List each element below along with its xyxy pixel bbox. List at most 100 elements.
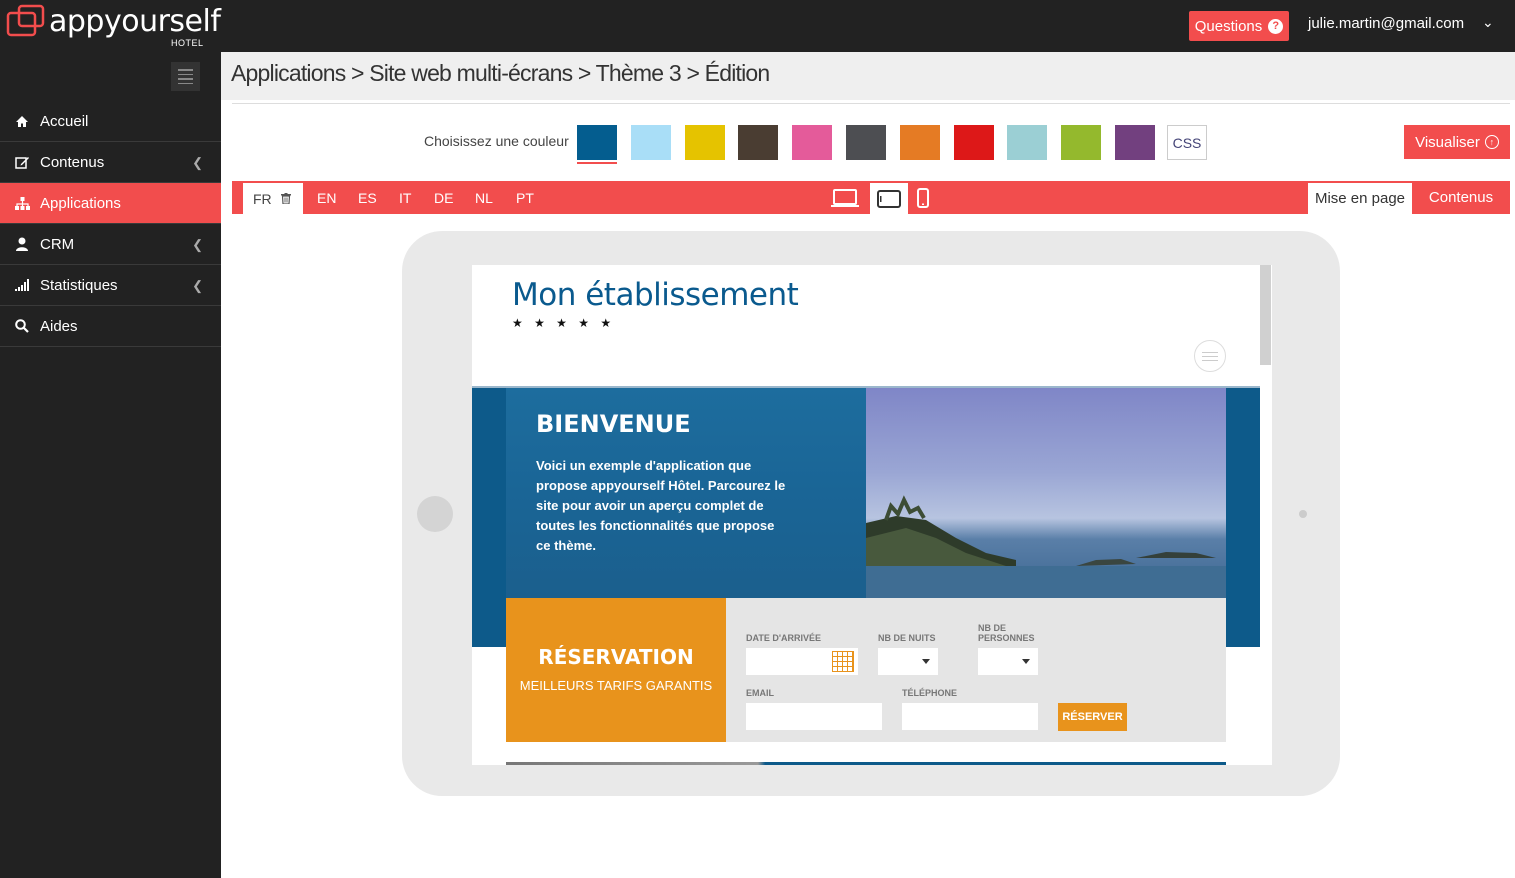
sidebar-item-label: Aides — [40, 317, 78, 335]
questions-label: Questions — [1194, 17, 1263, 35]
tablet-preview-frame: Mon établissement ★ ★ ★ ★ ★ BIENVENUE Vo… — [402, 231, 1340, 796]
lang-tab-en[interactable]: EN — [317, 181, 336, 214]
star-rating: ★ ★ ★ ★ ★ — [512, 316, 616, 330]
question-mark-icon: ? — [1268, 18, 1284, 34]
reservation-panel: RÉSERVATION MEILLEURS TARIFS GARANTIS — [506, 598, 726, 742]
scrollbar[interactable] — [1260, 265, 1271, 365]
color-swatch[interactable] — [684, 125, 725, 160]
lang-tab-de[interactable]: DE — [434, 181, 453, 214]
persons-label-line2: PERSONNES — [978, 633, 1035, 643]
sitemap-icon — [14, 195, 30, 211]
arrival-date-label: DATE D'ARRIVÉE — [746, 633, 821, 643]
color-swatch[interactable] — [899, 125, 940, 160]
mobile-view-icon[interactable] — [908, 181, 938, 214]
breadcrumb: Applications > Site web multi-écrans > T… — [231, 60, 770, 86]
nights-label: NB DE NUITS — [878, 633, 936, 643]
tab-contenus[interactable]: Contenus — [1412, 181, 1510, 214]
css-button[interactable]: CSS — [1167, 125, 1207, 160]
color-chooser-label: Choisissez une couleur — [424, 133, 569, 149]
color-swatch[interactable] — [1007, 125, 1048, 160]
lang-tab-fr[interactable]: FR — [243, 183, 303, 214]
color-swatch[interactable] — [1061, 125, 1102, 160]
sidebar-item-label: Contenus — [40, 153, 105, 171]
sidebar-item-applications[interactable]: Applications — [0, 183, 221, 224]
color-swatch[interactable] — [738, 125, 779, 160]
calendar-icon[interactable] — [832, 651, 854, 672]
persons-label: NB DE PERSONNES — [978, 623, 1035, 643]
logo-icon — [6, 4, 45, 37]
page-header: Applications > Site web multi-écrans > T… — [221, 52, 1515, 100]
sidebar-item-label: Statistiques — [40, 276, 118, 294]
sidebar-item-aides[interactable]: Aides — [0, 306, 221, 347]
sidebar-item-label: Applications — [40, 194, 121, 212]
tablet-view-icon[interactable] — [870, 183, 908, 214]
chevron-left-icon: ❮ — [192, 155, 203, 170]
app-logo[interactable]: appyourself HOTEL — [6, 2, 221, 50]
visualiser-button[interactable]: Visualiser ↑ — [1404, 125, 1510, 159]
hero-photo — [866, 388, 1226, 598]
questions-button[interactable]: Questions ? — [1189, 11, 1289, 41]
reservation-form: DATE D'ARRIVÉE NB DE NUITS NB DE PERSONN… — [726, 598, 1226, 742]
hamburger-menu-icon[interactable] — [171, 62, 200, 91]
search-icon — [14, 318, 30, 334]
hero-title: BIENVENUE — [536, 410, 691, 438]
sidebar-item-label: CRM — [40, 235, 75, 253]
nights-select[interactable] — [878, 648, 938, 675]
user-icon — [14, 236, 30, 252]
lang-tab-nl[interactable]: NL — [475, 181, 493, 214]
phone-label: TÉLÉPHONE — [902, 688, 958, 698]
edit-icon — [14, 154, 30, 170]
email-label: EMAIL — [746, 688, 774, 698]
sidebar-item-statistiques[interactable]: Statistiques ❮ — [0, 265, 221, 306]
logo-subtitle: HOTEL — [171, 38, 204, 48]
color-swatch[interactable] — [630, 125, 671, 160]
divider — [232, 103, 1510, 104]
arrival-date-field[interactable] — [746, 648, 858, 675]
persons-select[interactable] — [978, 648, 1038, 675]
reserve-button[interactable]: RÉSERVER — [1058, 703, 1127, 731]
color-swatch[interactable] — [846, 125, 886, 160]
site-menu-icon[interactable] — [1194, 340, 1226, 372]
sidebar-nav: Accueil Contenus ❮ Applications CRM ❮ St… — [0, 101, 221, 347]
user-email[interactable]: julie.martin@gmail.com — [1308, 15, 1464, 32]
arrow-up-circle-icon: ↑ — [1484, 135, 1499, 149]
language-toolbar: FR EN ES IT DE NL PT Mise en page Conten… — [232, 181, 1510, 214]
color-swatch[interactable] — [1115, 125, 1155, 160]
lang-tab-it[interactable]: IT — [399, 181, 411, 214]
sidebar-item-accueil[interactable]: Accueil — [0, 101, 221, 142]
site-title: Mon établissement — [512, 277, 799, 313]
next-section-edge — [506, 762, 1226, 765]
phone-field[interactable] — [902, 703, 1038, 730]
chevron-down-icon[interactable]: ⌄ — [1482, 14, 1494, 31]
visualiser-label: Visualiser — [1415, 133, 1480, 151]
lang-label: FR — [253, 190, 272, 207]
caret-down-icon — [1022, 659, 1030, 664]
chevron-left-icon: ❮ — [192, 278, 203, 293]
sidebar: Accueil Contenus ❮ Applications CRM ❮ St… — [0, 52, 221, 878]
caret-down-icon — [922, 659, 930, 664]
hero-text-panel: BIENVENUE Voici un exemple d'application… — [506, 388, 866, 598]
logo-text: appyourself — [49, 4, 221, 39]
reservation-subtitle: MEILLEURS TARIFS GARANTIS — [519, 678, 713, 693]
top-bar: appyourself HOTEL Questions ? julie.mart… — [0, 0, 1515, 52]
reservation-title: RÉSERVATION — [538, 645, 694, 669]
tablet-camera — [1299, 510, 1307, 518]
tab-mise-en-page[interactable]: Mise en page — [1308, 183, 1412, 214]
lang-tab-pt[interactable]: PT — [516, 181, 534, 214]
desktop-view-icon[interactable] — [826, 181, 864, 214]
color-swatch[interactable] — [953, 125, 994, 160]
email-field[interactable] — [746, 703, 882, 730]
hero-image: BIENVENUE Voici un exemple d'application… — [506, 388, 1226, 598]
color-swatch[interactable] — [792, 125, 833, 160]
trash-icon[interactable] — [280, 193, 291, 204]
sidebar-item-crm[interactable]: CRM ❮ — [0, 224, 221, 265]
sidebar-item-label: Accueil — [40, 112, 89, 130]
color-swatch[interactable] — [577, 125, 617, 164]
lang-tab-es[interactable]: ES — [358, 181, 377, 214]
sidebar-item-contenus[interactable]: Contenus ❮ — [0, 142, 221, 183]
tablet-home-button — [417, 496, 453, 532]
chevron-left-icon: ❮ — [192, 237, 203, 252]
home-icon — [14, 113, 30, 129]
website-preview[interactable]: Mon établissement ★ ★ ★ ★ ★ BIENVENUE Vo… — [472, 265, 1272, 765]
hero-text: Voici un exemple d'application que propo… — [536, 458, 786, 553]
